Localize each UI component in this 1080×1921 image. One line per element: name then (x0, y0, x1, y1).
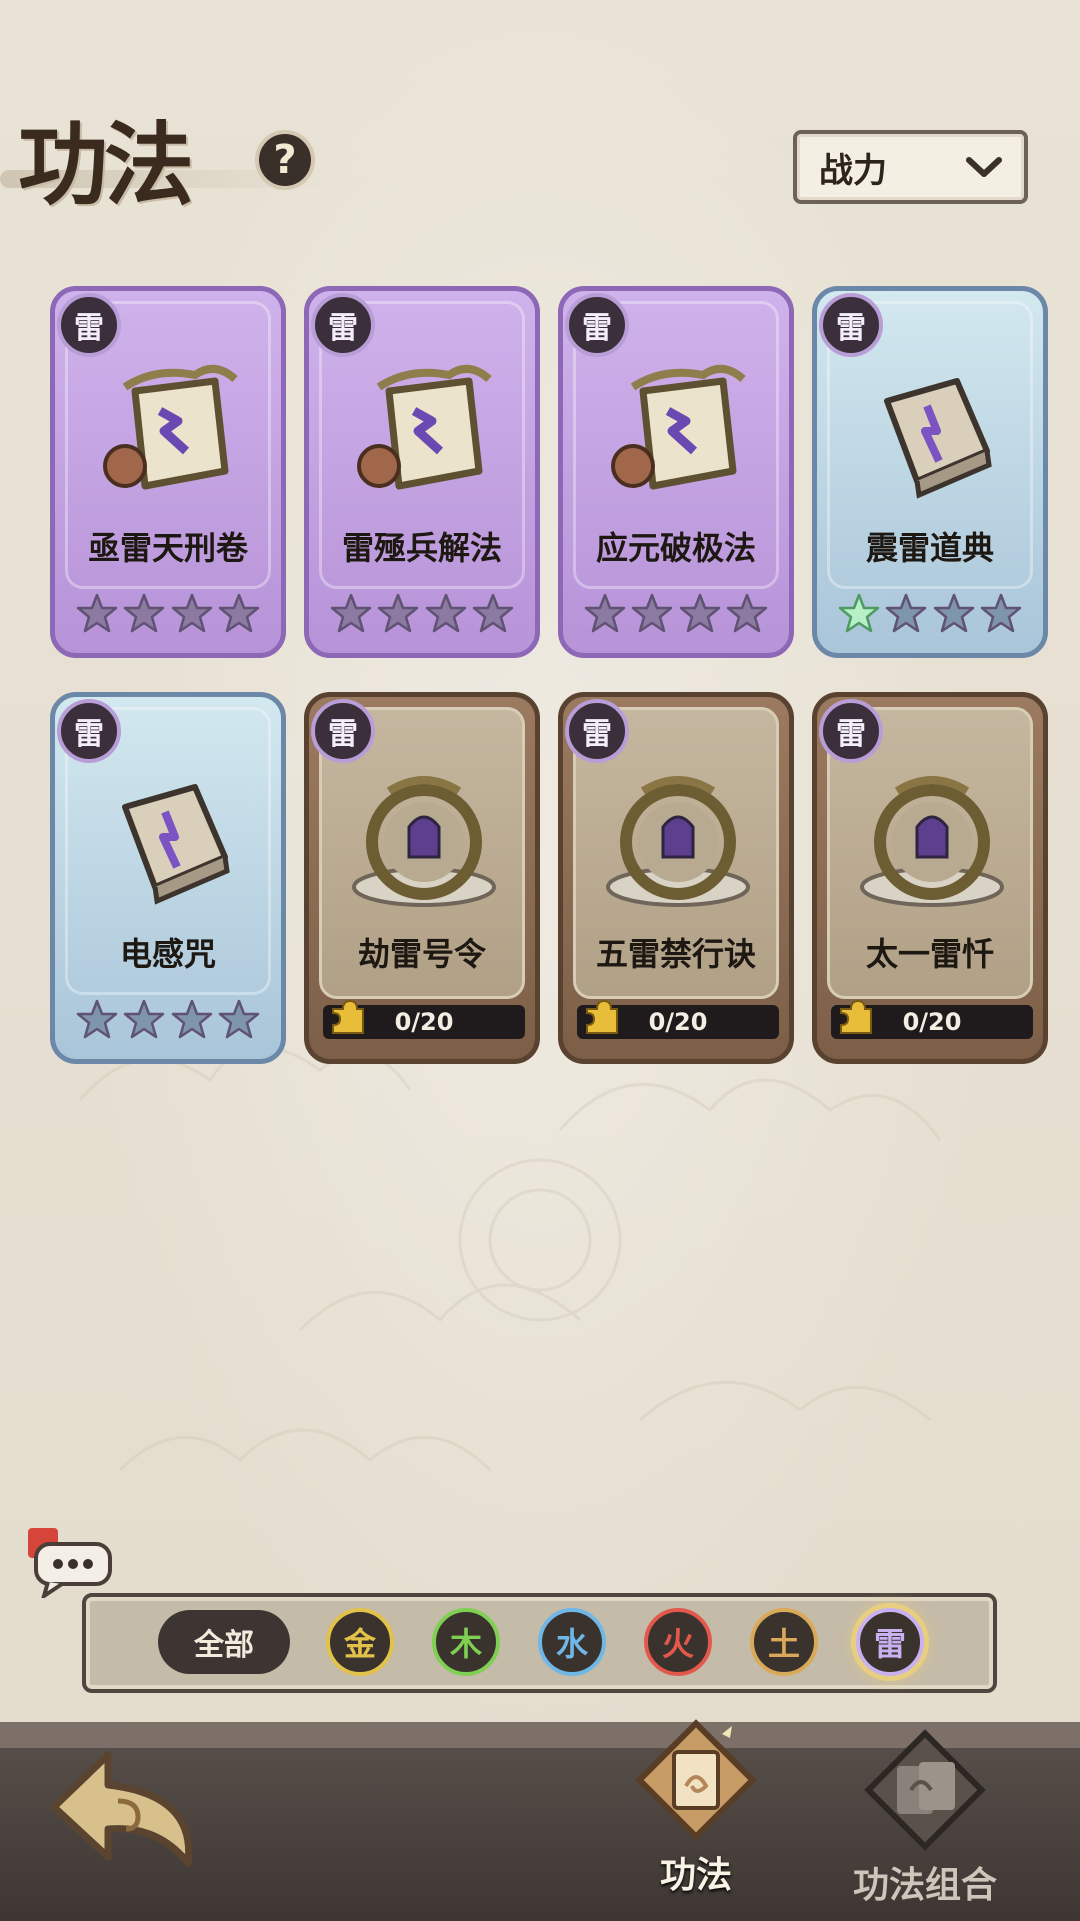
element-badge-thunder: 雷 (57, 293, 121, 357)
star-rating (329, 591, 515, 637)
star-unlit-icon (171, 593, 212, 633)
page-title: 功法 (18, 112, 194, 218)
skill-scroll-icon (611, 365, 746, 490)
skill-scroll-icon (357, 365, 492, 490)
fragment-progress-bar: 0/20 (577, 999, 779, 1039)
puzzle-piece-icon (840, 999, 872, 1034)
element-badge-thunder: 雷 (311, 293, 375, 357)
star-rating (837, 591, 1023, 637)
skill-card-name: 五雷禁行诀 (595, 935, 756, 973)
filter-element-button[interactable]: 木 (432, 1608, 500, 1676)
element-badge-thunder: 雷 (57, 699, 121, 763)
star-unlit-icon (378, 593, 419, 633)
skill-book-icon (635, 1719, 757, 1841)
fragment-progress-bar: 0/20 (831, 999, 1033, 1039)
element-badge-thunder: 雷 (311, 699, 375, 763)
element-badge-thunder: 雷 (819, 293, 883, 357)
star-unlit-icon (76, 999, 118, 1039)
puzzle-piece-icon (586, 999, 618, 1034)
star-unlit-icon (933, 593, 974, 633)
skill-card[interactable]: 雷应元破极法 (558, 286, 794, 658)
skill-card[interactable]: 雷亟雷天刑卷 (50, 286, 286, 658)
star-rating (583, 591, 769, 637)
back-arrow-icon[interactable] (48, 1745, 208, 1875)
element-filter-bar: 全部 金木水火土雷 (82, 1593, 997, 1693)
chat-bubble-icon[interactable] (28, 1528, 114, 1598)
star-unlit-icon (218, 593, 260, 633)
star-rating (75, 591, 261, 637)
element-badge-thunder: 雷 (565, 293, 629, 357)
skill-card-name: 电感咒 (119, 935, 216, 973)
star-unlit-icon (584, 593, 626, 633)
skill-book-icon (122, 784, 230, 905)
tab-skill-combos-label: 功法组合 (852, 1865, 997, 1906)
element-badge-thunder: 雷 (819, 699, 883, 763)
skill-card[interactable]: 雷震雷道典 (812, 286, 1048, 658)
chevron-down-icon (966, 157, 1002, 177)
dragon-scroll-icon (352, 776, 496, 907)
star-unlit-icon (679, 593, 720, 633)
help-button[interactable]: ? (255, 130, 315, 190)
star-unlit-icon (124, 593, 165, 633)
star-unlit-icon (76, 593, 118, 633)
sort-dropdown[interactable]: 战力 (793, 130, 1028, 204)
skill-card-name: 震雷道典 (865, 529, 994, 567)
skill-card-name: 劫雷号令 (357, 935, 486, 973)
star-unlit-icon (980, 593, 1022, 633)
filter-element-button[interactable]: 土 (750, 1608, 818, 1676)
star-unlit-icon (726, 593, 768, 633)
star-rating (75, 997, 261, 1043)
skill-card-name: 雷殛兵解法 (341, 529, 502, 567)
element-badge-thunder: 雷 (565, 699, 629, 763)
star-unlit-icon (218, 999, 260, 1039)
tab-skill-combos[interactable]: 功法组合 (830, 1720, 1020, 1908)
dragon-scroll-icon (606, 776, 750, 907)
skill-scroll-icon (103, 365, 238, 490)
skill-card-name: 应元破极法 (595, 529, 756, 567)
filter-element-button[interactable]: 雷 (856, 1608, 924, 1676)
skill-card[interactable]: 雷五雷禁行诀 0/20 (558, 692, 794, 1064)
skill-card-name: 太一雷忏 (865, 935, 994, 973)
star-unlit-icon (632, 593, 673, 633)
dragon-scroll-icon (860, 776, 1004, 907)
star-unlit-icon (886, 593, 927, 633)
sort-dropdown-label: 战力 (819, 150, 887, 191)
star-unlit-icon (124, 999, 165, 1039)
star-unlit-icon (171, 999, 212, 1039)
tab-skills[interactable]: 功法 (606, 1710, 786, 1898)
fragment-progress-bar: 0/20 (323, 999, 525, 1039)
filter-element-button[interactable]: 水 (538, 1608, 606, 1676)
filter-element-button[interactable]: 火 (644, 1608, 712, 1676)
skill-card[interactable]: 雷劫雷号令 0/20 (304, 692, 540, 1064)
star-unlit-icon (425, 593, 466, 633)
skill-combo-icon (864, 1729, 986, 1851)
skill-card[interactable]: 雷电感咒 (50, 692, 286, 1064)
filter-element-button[interactable]: 金 (326, 1608, 394, 1676)
puzzle-piece-icon (332, 999, 364, 1034)
skill-book-icon (884, 378, 992, 499)
skill-card[interactable]: 雷雷殛兵解法 (304, 286, 540, 658)
skill-card-name: 亟雷天刑卷 (87, 529, 248, 567)
skill-card[interactable]: 雷太一雷忏 0/20 (812, 692, 1048, 1064)
tab-skills-label: 功法 (659, 1855, 732, 1896)
star-unlit-icon (330, 593, 372, 633)
star-unlit-icon (472, 593, 514, 633)
filter-all-button[interactable]: 全部 (158, 1610, 290, 1674)
star-lit-icon (838, 593, 880, 633)
